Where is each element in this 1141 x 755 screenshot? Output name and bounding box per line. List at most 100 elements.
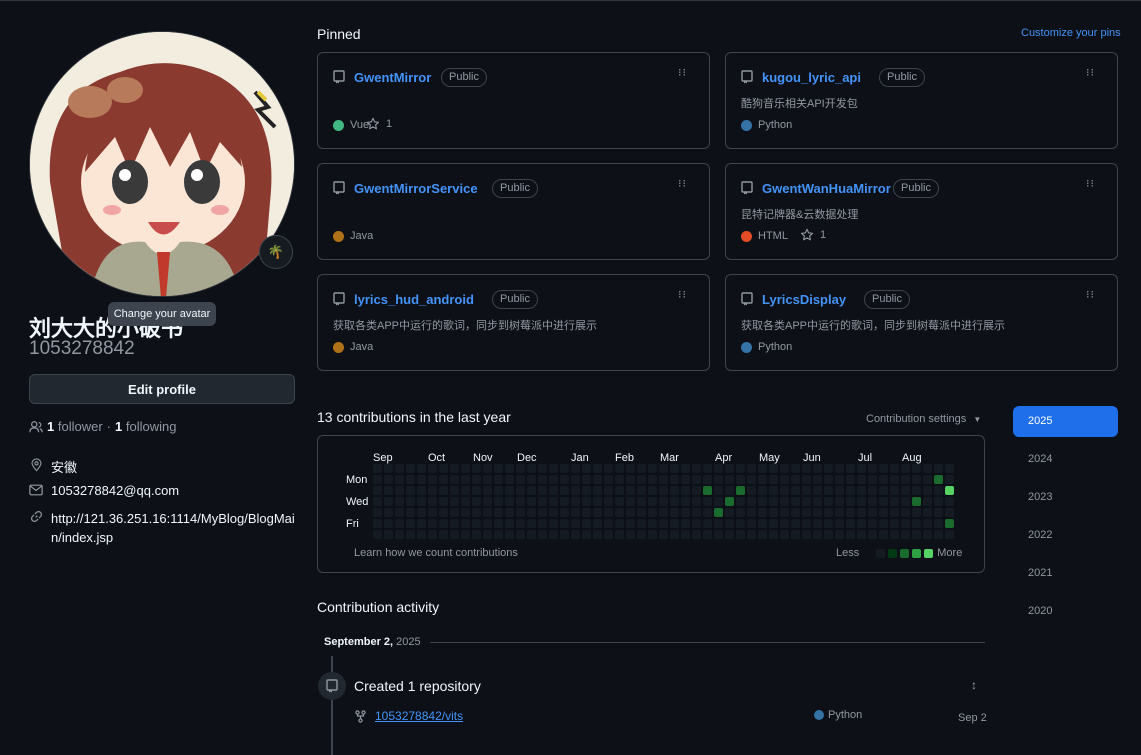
contribution-cell[interactable]	[373, 530, 382, 539]
contribution-cell[interactable]	[670, 475, 679, 484]
contribution-cell[interactable]	[901, 508, 910, 517]
contribution-cell[interactable]	[582, 464, 591, 473]
contribution-cell[interactable]	[538, 486, 547, 495]
contribution-cell[interactable]	[571, 530, 580, 539]
contribution-cell[interactable]	[791, 497, 800, 506]
contribution-cell[interactable]	[461, 519, 470, 528]
contribution-cell[interactable]	[461, 486, 470, 495]
learn-contributions-link[interactable]: Learn how we count contributions	[354, 547, 518, 559]
contribution-cell[interactable]	[505, 519, 514, 528]
contribution-cell[interactable]	[857, 475, 866, 484]
contribution-cell[interactable]	[670, 486, 679, 495]
contribution-cell[interactable]	[769, 508, 778, 517]
contribution-cell[interactable]	[934, 464, 943, 473]
contribution-cell[interactable]	[615, 519, 624, 528]
contribution-cell[interactable]	[681, 486, 690, 495]
contribution-cell[interactable]	[483, 519, 492, 528]
contribution-cell[interactable]	[901, 519, 910, 528]
contribution-cell[interactable]	[934, 497, 943, 506]
contribution-cell[interactable]	[934, 486, 943, 495]
contribution-cell[interactable]	[824, 519, 833, 528]
contribution-cell[interactable]	[560, 497, 569, 506]
contribution-cell[interactable]	[428, 486, 437, 495]
contribution-cell[interactable]	[791, 486, 800, 495]
contribution-cell[interactable]	[593, 530, 602, 539]
contribution-cell[interactable]	[703, 508, 712, 517]
contribution-cell[interactable]	[901, 497, 910, 506]
contribution-cell[interactable]	[769, 530, 778, 539]
contribution-cell[interactable]	[824, 464, 833, 473]
contribution-cell[interactable]	[868, 464, 877, 473]
pinned-repo-name[interactable]: GwentWanHuaMirror	[762, 181, 891, 196]
contribution-cell[interactable]	[472, 530, 481, 539]
contribution-cell[interactable]	[813, 497, 822, 506]
contribution-cell[interactable]	[901, 475, 910, 484]
contribution-cell[interactable]	[912, 464, 921, 473]
contribution-cell[interactable]	[670, 497, 679, 506]
contribution-cell[interactable]	[461, 508, 470, 517]
contribution-cell[interactable]	[428, 508, 437, 517]
contribution-cell[interactable]	[615, 497, 624, 506]
contribution-cell[interactable]	[725, 508, 734, 517]
contribution-cell[interactable]	[637, 530, 646, 539]
contribution-cell[interactable]	[494, 486, 503, 495]
contribution-cell[interactable]	[890, 508, 899, 517]
contribution-cell[interactable]	[868, 475, 877, 484]
contribution-cell[interactable]	[736, 464, 745, 473]
contribution-cell[interactable]	[384, 464, 393, 473]
contribution-cell[interactable]	[516, 530, 525, 539]
contribution-cell[interactable]	[648, 475, 657, 484]
contribution-cell[interactable]	[626, 497, 635, 506]
contribution-cell[interactable]	[604, 486, 613, 495]
contribution-cell[interactable]	[890, 464, 899, 473]
contribution-cell[interactable]	[890, 497, 899, 506]
contribution-cell[interactable]	[769, 519, 778, 528]
contribution-cell[interactable]	[879, 508, 888, 517]
contribution-cell[interactable]	[461, 464, 470, 473]
contribution-cell[interactable]	[703, 486, 712, 495]
contribution-cell[interactable]	[428, 530, 437, 539]
contribution-cell[interactable]	[692, 508, 701, 517]
contribution-cell[interactable]	[791, 464, 800, 473]
contribution-cell[interactable]	[461, 497, 470, 506]
contribution-cell[interactable]	[780, 486, 789, 495]
contribution-cell[interactable]	[846, 464, 855, 473]
year-link-2020[interactable]: 2020	[1013, 596, 1118, 627]
contribution-cell[interactable]	[417, 519, 426, 528]
contribution-cell[interactable]	[604, 475, 613, 484]
contribution-cell[interactable]	[846, 486, 855, 495]
contribution-cell[interactable]	[439, 508, 448, 517]
year-link-2021[interactable]: 2021	[1013, 558, 1118, 589]
fold-icon[interactable]: ↕	[971, 678, 977, 692]
contribution-cell[interactable]	[780, 497, 789, 506]
contribution-cell[interactable]	[747, 475, 756, 484]
contribution-cell[interactable]	[934, 475, 943, 484]
contribution-cell[interactable]	[615, 464, 624, 473]
contribution-cell[interactable]	[923, 497, 932, 506]
contribution-cell[interactable]	[593, 486, 602, 495]
contribution-cell[interactable]	[373, 519, 382, 528]
contribution-cell[interactable]	[549, 497, 558, 506]
contribution-cell[interactable]	[461, 530, 470, 539]
contribution-cell[interactable]	[505, 497, 514, 506]
contribution-cell[interactable]	[835, 508, 844, 517]
contribution-cell[interactable]	[681, 475, 690, 484]
contribution-cell[interactable]	[703, 530, 712, 539]
pinned-repo-name[interactable]: lyrics_hud_android	[354, 292, 474, 307]
contribution-cell[interactable]	[901, 530, 910, 539]
contribution-cell[interactable]	[472, 486, 481, 495]
contribution-cell[interactable]	[945, 497, 954, 506]
contribution-cell[interactable]	[582, 519, 591, 528]
contribution-cell[interactable]	[505, 486, 514, 495]
contribution-cell[interactable]	[725, 464, 734, 473]
contribution-cell[interactable]	[450, 508, 459, 517]
contribution-cell[interactable]	[406, 475, 415, 484]
contribution-cell[interactable]	[835, 519, 844, 528]
contribution-cell[interactable]	[417, 508, 426, 517]
contribution-cell[interactable]	[494, 464, 503, 473]
contribution-cell[interactable]	[868, 486, 877, 495]
contribution-cell[interactable]	[549, 508, 558, 517]
contribution-cell[interactable]	[582, 475, 591, 484]
contribution-cell[interactable]	[571, 519, 580, 528]
contribution-cell[interactable]	[725, 530, 734, 539]
